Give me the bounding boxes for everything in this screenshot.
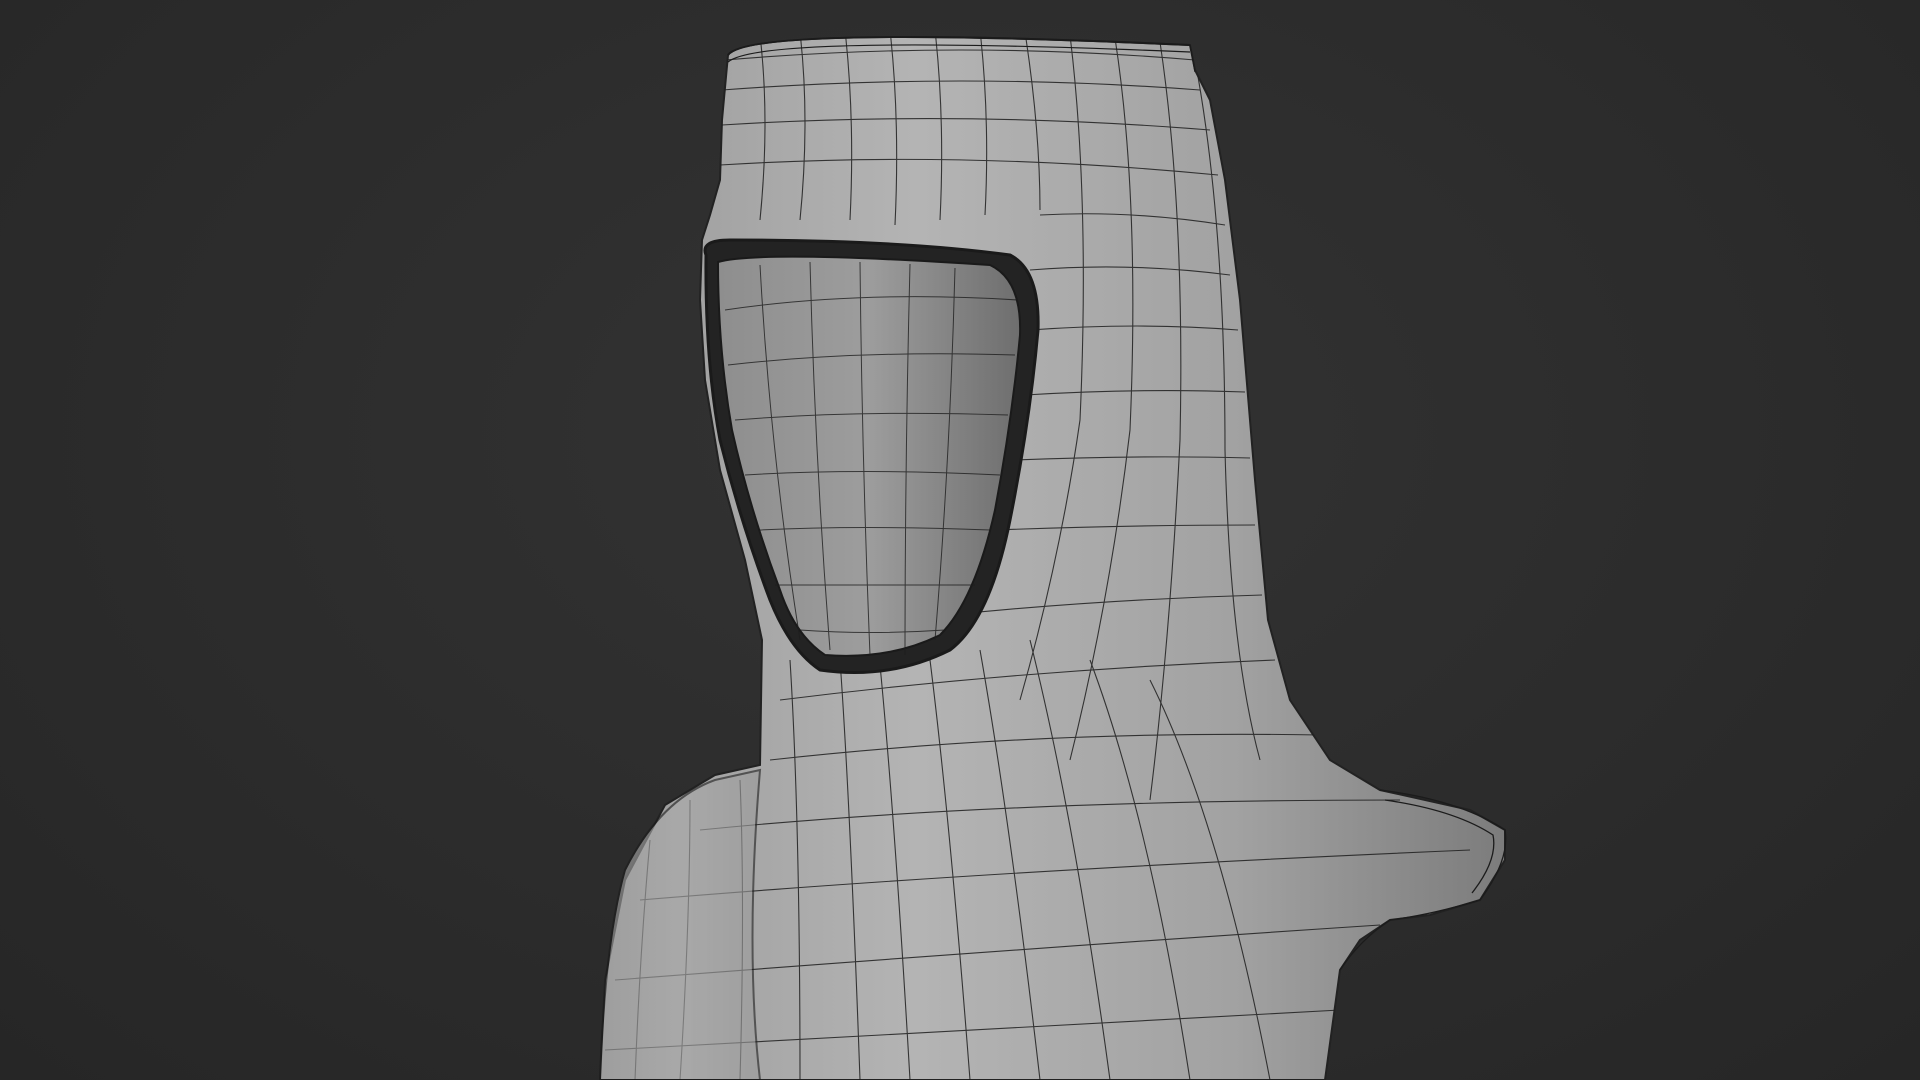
hood-model[interactable] bbox=[0, 0, 1920, 1080]
collar-front bbox=[598, 768, 762, 1080]
3d-viewport[interactable] bbox=[0, 0, 1920, 1080]
